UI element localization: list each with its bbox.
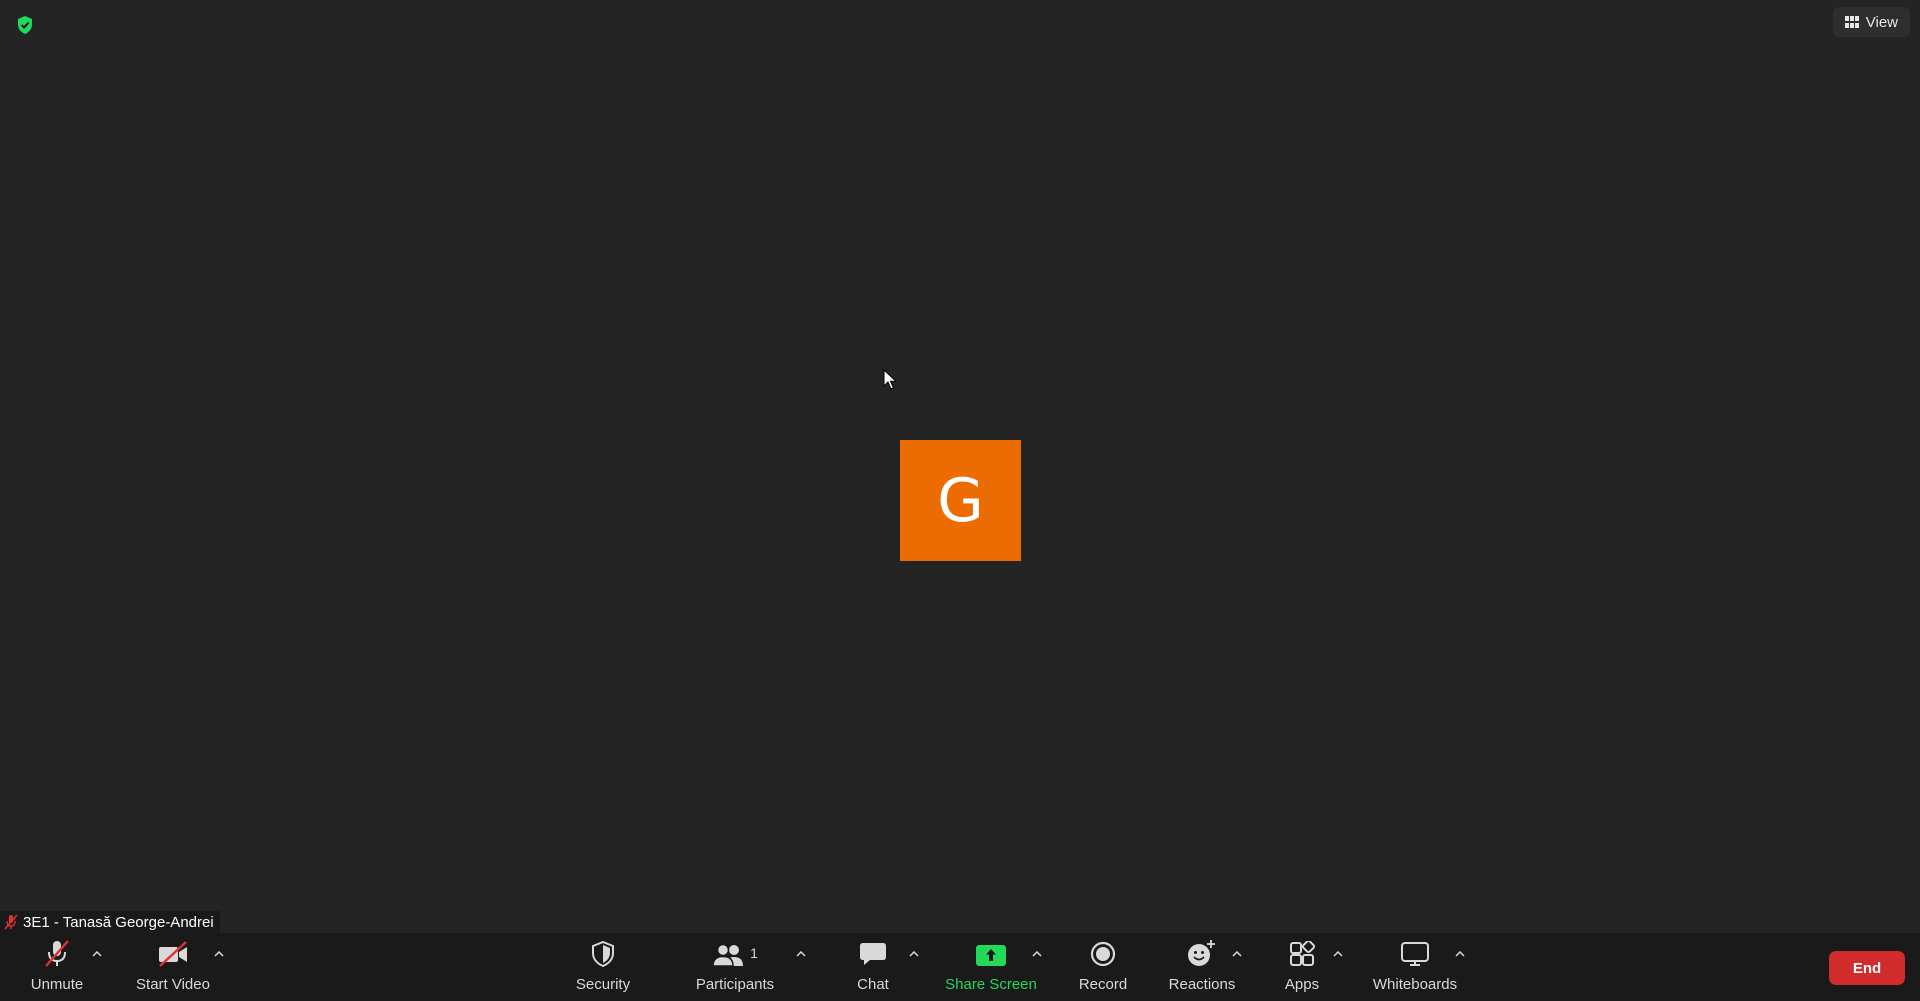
start-video-button[interactable]: Start Video: [130, 933, 216, 1001]
whiteboard-icon: [1401, 942, 1429, 966]
participants-options-caret[interactable]: [792, 945, 810, 963]
chevron-up-icon: [1455, 951, 1465, 957]
share-screen-options-caret[interactable]: [1028, 945, 1046, 963]
reactions-label: Reactions: [1168, 976, 1236, 993]
muted-mic-icon: [45, 940, 69, 967]
share-screen-button[interactable]: Share Screen: [940, 933, 1042, 1001]
meeting-toolbar: Unmute Start Video Security 1 Participan…: [0, 933, 1920, 1001]
unmute-button[interactable]: Unmute: [24, 933, 90, 1001]
grid-view-icon: [1844, 16, 1859, 28]
chevron-up-icon: [92, 951, 102, 957]
unmute-label: Unmute: [30, 976, 84, 993]
record-label: Record: [1078, 976, 1128, 993]
video-off-icon: [159, 941, 187, 967]
view-button[interactable]: View: [1832, 7, 1910, 37]
apps-icon: [1290, 941, 1315, 966]
whiteboards-label: Whiteboards: [1372, 976, 1458, 993]
participants-icon: [712, 943, 744, 967]
chevron-up-icon: [1232, 951, 1242, 957]
reactions-options-caret[interactable]: [1228, 945, 1246, 963]
audio-options-caret[interactable]: [88, 945, 106, 963]
participant-name-tag: 3E1 - Tanasă George-Andrei: [0, 911, 220, 933]
participant-avatar: G: [900, 440, 1021, 561]
participants-count: 1: [750, 945, 758, 961]
encryption-shield-icon[interactable]: [16, 15, 34, 35]
chevron-up-icon: [214, 951, 224, 957]
avatar-initial: G: [937, 465, 984, 536]
muted-mic-icon: [4, 914, 18, 930]
end-label: End: [1852, 959, 1882, 977]
chevron-up-icon: [1333, 951, 1343, 957]
participants-button[interactable]: 1 Participants: [692, 933, 778, 1001]
record-button[interactable]: Record: [1075, 933, 1131, 1001]
chat-options-caret[interactable]: [905, 945, 923, 963]
participant-name: 3E1 - Tanasă George-Andrei: [23, 913, 214, 931]
share-screen-icon: [976, 945, 1006, 966]
mouse-cursor-icon: [883, 369, 897, 390]
apps-button[interactable]: Apps: [1281, 933, 1323, 1001]
whiteboards-button[interactable]: Whiteboards: [1369, 933, 1461, 1001]
apps-options-caret[interactable]: [1329, 945, 1347, 963]
chevron-up-icon: [796, 951, 806, 957]
end-meeting-button[interactable]: End: [1829, 951, 1905, 985]
chat-button[interactable]: Chat: [848, 933, 898, 1001]
chat-label: Chat: [857, 976, 889, 993]
security-shield-icon: [592, 941, 614, 967]
view-label: View: [1865, 13, 1898, 31]
video-options-caret[interactable]: [210, 945, 228, 963]
chevron-up-icon: [909, 951, 919, 957]
reactions-smiley-icon: [1188, 940, 1215, 966]
chat-bubble-icon: [860, 943, 886, 965]
reactions-button[interactable]: Reactions: [1168, 933, 1236, 1001]
start-video-label: Start Video: [136, 976, 210, 993]
record-icon: [1090, 941, 1116, 967]
video-stage: View G 3E1 - Tanasă George-Andrei: [0, 0, 1920, 933]
share-screen-label: Share Screen: [945, 976, 1037, 993]
security-button[interactable]: Security: [568, 933, 638, 1001]
chevron-up-icon: [1032, 951, 1042, 957]
apps-label: Apps: [1284, 976, 1320, 993]
participants-label: Participants: [695, 976, 775, 993]
whiteboards-options-caret[interactable]: [1451, 945, 1469, 963]
security-label: Security: [575, 976, 631, 993]
